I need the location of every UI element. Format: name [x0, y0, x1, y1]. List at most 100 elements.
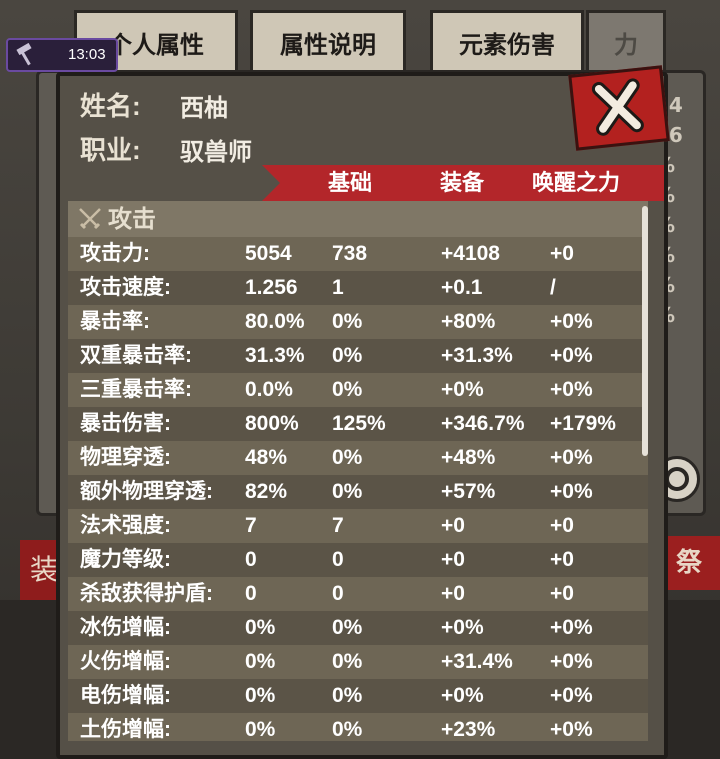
cell-name: 物理穿透:: [80, 446, 171, 469]
cell-total: 0%: [245, 616, 276, 639]
class-value: 驭兽师: [180, 139, 252, 166]
name-value: 西柚: [180, 95, 228, 122]
section-attack-title: 攻击: [108, 206, 156, 233]
cell-base: 0: [332, 582, 344, 605]
cell-name: 攻击力:: [80, 242, 150, 265]
cell-base: 0%: [332, 684, 363, 707]
column-header-ribbon: 基础 装备 唤醒之力: [262, 165, 664, 201]
cell-base: 0: [332, 548, 344, 571]
cell-base: 0%: [332, 378, 363, 401]
cell-equip: +0%: [441, 684, 484, 707]
table-row: 物理穿透: 48% 0% +48% +0%: [68, 441, 648, 475]
cell-awaken: +0%: [550, 344, 593, 367]
cell-awaken: /: [550, 276, 556, 299]
cell-name: 攻击速度:: [80, 276, 171, 299]
cell-base: 0%: [332, 480, 363, 503]
cell-total: 0%: [245, 684, 276, 707]
table-row: 三重暴击率: 0.0% 0% +0% +0%: [68, 373, 648, 407]
scrollbar[interactable]: [642, 206, 648, 456]
cell-equip: +80%: [441, 310, 496, 333]
cell-base: 7: [332, 514, 344, 537]
cell-base: 125%: [332, 412, 386, 435]
cell-awaken: +0: [550, 242, 574, 265]
tab-element-damage[interactable]: 元素伤害: [430, 10, 584, 70]
column-base-header: 基础: [328, 170, 373, 195]
attribute-table[interactable]: 攻击 攻击力: 5054 738 +4108 +0 攻击速度: 1.256 1 +0.1 / 暴击率…: [68, 201, 648, 741]
table-row: 魔力等级: 0 0 +0 +0: [68, 543, 648, 577]
cell-name: 冰伤增幅:: [80, 616, 171, 639]
cell-equip: +31.3%: [441, 344, 513, 367]
column-equip-header: 装备: [440, 170, 485, 195]
cell-total: 1.256: [245, 276, 298, 299]
table-row: 土伤增幅: 0% 0% +23% +0%: [68, 713, 648, 741]
cell-name: 额外物理穿透:: [80, 480, 213, 503]
table-row: 法术强度: 7 7 +0 +0: [68, 509, 648, 543]
cell-base: 0%: [332, 650, 363, 673]
crossed-swords-icon: [79, 208, 101, 230]
cell-awaken: +0: [550, 514, 574, 537]
tab-partial[interactable]: 力: [586, 10, 666, 70]
cell-total: 0%: [245, 650, 276, 673]
table-row: 杀敌获得护盾: 0 0 +0 +0: [68, 577, 648, 611]
table-row: 暴击率: 80.0% 0% +80% +0%: [68, 305, 648, 339]
cell-base: 0%: [332, 446, 363, 469]
table-row: 攻击速度: 1.256 1 +0.1 /: [68, 271, 648, 305]
cell-equip: +4108: [441, 242, 500, 265]
cell-equip: +48%: [441, 446, 496, 469]
attribute-rows: 攻击力: 5054 738 +4108 +0 攻击速度: 1.256 1 +0.1 / 暴击率: 80…: [68, 237, 648, 741]
table-row: 额外物理穿透: 82% 0% +57% +0%: [68, 475, 648, 509]
cell-equip: +0%: [441, 378, 484, 401]
cell-total: 7: [245, 514, 257, 537]
cell-name: 火伤增幅:: [80, 650, 171, 673]
close-button[interactable]: [568, 65, 670, 151]
cell-total: 82%: [245, 480, 288, 503]
table-row: 暴击伤害: 800% 125% +346.7% +179%: [68, 407, 648, 441]
cell-awaken: +0%: [550, 650, 593, 673]
cell-name: 暴击伤害:: [80, 412, 171, 435]
table-row: 双重暴击率: 31.3% 0% +31.3% +0%: [68, 339, 648, 373]
section-attack-header: 攻击: [68, 201, 648, 237]
cell-total: 0: [245, 582, 257, 605]
name-label: 姓名:: [80, 91, 141, 121]
cell-equip: +346.7%: [441, 412, 525, 435]
column-awaken-header: 唤醒之力: [532, 170, 621, 195]
cell-total: 80.0%: [245, 310, 305, 333]
cell-awaken: +0%: [550, 378, 593, 401]
cell-base: 0%: [332, 718, 363, 741]
cell-equip: +0.1: [441, 276, 483, 299]
cell-name: 土伤增幅:: [80, 718, 171, 741]
cell-awaken: +0%: [550, 718, 593, 741]
cell-total: 0.0%: [245, 378, 293, 401]
cell-total: 0%: [245, 718, 276, 741]
tab-attribute-description[interactable]: 属性说明: [250, 10, 406, 70]
cell-total: 48%: [245, 446, 288, 469]
cell-name: 暴击率:: [80, 310, 150, 333]
cell-base: 0%: [332, 310, 363, 333]
class-label: 职业:: [80, 135, 141, 165]
cell-name: 魔力等级:: [80, 548, 171, 571]
cell-name: 法术强度:: [80, 514, 171, 537]
clock-time: 13:03: [68, 46, 106, 63]
cell-equip: +31.4%: [441, 650, 513, 673]
cell-awaken: +0: [550, 582, 574, 605]
close-icon: [591, 78, 644, 136]
cell-total: 0: [245, 548, 257, 571]
cell-equip: +57%: [441, 480, 496, 503]
cell-total: 31.3%: [245, 344, 305, 367]
cell-base: 0%: [332, 344, 363, 367]
hammer-icon: [16, 43, 32, 66]
cell-awaken: +179%: [550, 412, 616, 435]
cell-equip: +0: [441, 514, 465, 537]
cell-equip: +0%: [441, 616, 484, 639]
clock-badge: 13:03: [6, 38, 118, 72]
table-row: 攻击力: 5054 738 +4108 +0: [68, 237, 648, 271]
cell-awaken: +0%: [550, 480, 593, 503]
cell-equip: +0: [441, 548, 465, 571]
table-row: 冰伤增幅: 0% 0% +0% +0%: [68, 611, 648, 645]
cell-name: 杀敌获得护盾:: [80, 582, 213, 605]
cell-awaken: +0%: [550, 616, 593, 639]
cell-base: 0%: [332, 616, 363, 639]
cell-total: 5054: [245, 242, 292, 265]
cell-equip: +0: [441, 582, 465, 605]
cell-name: 电伤增幅:: [80, 684, 171, 707]
